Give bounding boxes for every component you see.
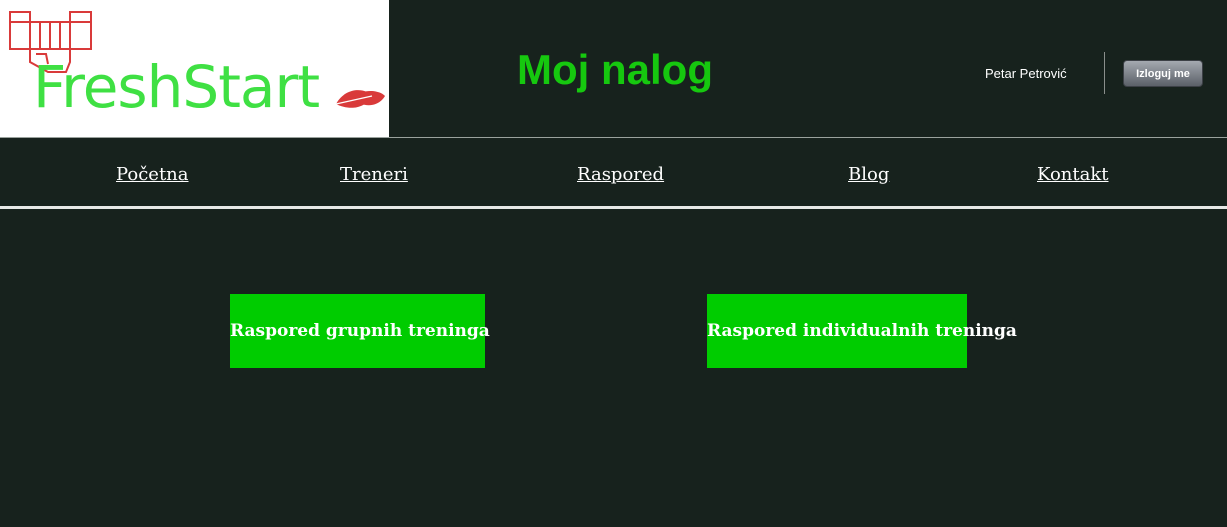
- freshstart-logo[interactable]: FreshStart: [0, 0, 389, 137]
- nav-item-kontakt[interactable]: Kontakt: [1037, 164, 1109, 186]
- logo-wordmark: FreshStart: [33, 53, 320, 121]
- main-nav: Početna Treneri Raspored Blog Kontakt: [0, 138, 1227, 206]
- nav-item-pocetna[interactable]: Početna: [116, 164, 189, 186]
- nav-separator: [0, 206, 1227, 209]
- user-name: Petar Petrović: [985, 66, 1067, 81]
- group-schedule-button[interactable]: Raspored grupnih treninga: [230, 294, 490, 368]
- page-title: Moj nalog: [517, 46, 713, 93]
- nav-item-blog[interactable]: Blog: [848, 164, 889, 186]
- individual-schedule-button[interactable]: Raspored individualnih treninga: [707, 294, 1017, 368]
- logout-button[interactable]: Izloguj me: [1123, 60, 1203, 87]
- header: FreshStart Moj nalog Petar Petrović Izlo…: [0, 0, 1227, 138]
- nav-item-treneri[interactable]: Treneri: [340, 164, 408, 186]
- nav-item-raspored[interactable]: Raspored: [577, 164, 664, 186]
- header-divider: [1104, 52, 1105, 94]
